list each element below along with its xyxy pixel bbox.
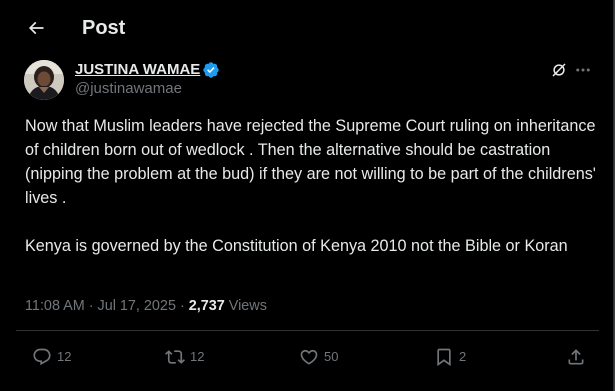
bookmark-count: 2	[459, 349, 467, 364]
reply-button[interactable]: 12	[32, 346, 71, 368]
share-button[interactable]	[566, 346, 586, 368]
post-detail-panel: Post JUSTINA WAMAE @justinawamae Now tha…	[0, 0, 614, 391]
post-date[interactable]: Jul 17, 2025	[98, 298, 176, 314]
meta-separator: ·	[88, 298, 94, 314]
heart-icon	[300, 349, 318, 365]
more-dots-icon	[576, 68, 590, 72]
tweet-paragraph: Now that Muslim leaders have rejected th…	[25, 117, 596, 207]
divider	[16, 330, 599, 331]
repost-icon	[165, 350, 185, 364]
author-handle[interactable]: @justinawamae	[75, 79, 182, 99]
share-icon	[568, 349, 584, 365]
repost-button[interactable]: 12	[165, 346, 204, 368]
bookmark-icon	[437, 348, 451, 367]
repost-count: 12	[190, 349, 205, 364]
views-label: Views	[228, 298, 267, 314]
like-count: 50	[324, 349, 339, 364]
page-title: Post	[82, 17, 126, 39]
verified-badge	[202, 61, 220, 79]
bookmark-button[interactable]: 2	[434, 346, 466, 368]
profile-photo-icon	[24, 60, 64, 100]
like-button[interactable]: 50	[299, 346, 338, 368]
arrow-left-icon	[28, 21, 44, 35]
reply-count: 12	[57, 349, 72, 364]
views-count: 2,737	[188, 298, 225, 314]
author-name[interactable]: JUSTINA WAMAE	[75, 60, 200, 80]
tweet-paragraph: Kenya is governed by the Constitution of…	[25, 237, 568, 255]
meta-separator: ·	[179, 298, 185, 314]
post-meta: 11:08 AM · Jul 17, 2025 · 2,737 Views	[25, 296, 267, 316]
verified-check-icon	[203, 62, 219, 78]
post-time[interactable]: 11:08 AM	[25, 298, 85, 314]
back-button[interactable]	[22, 14, 50, 42]
post-header: Post	[0, 0, 613, 56]
reply-icon	[33, 348, 51, 366]
grok-icon	[552, 63, 566, 77]
avatar[interactable]	[24, 60, 64, 100]
tweet-text: Now that Muslim leaders have rejected th…	[25, 114, 601, 258]
more-options-button[interactable]	[572, 59, 594, 81]
grok-button[interactable]	[548, 59, 570, 81]
